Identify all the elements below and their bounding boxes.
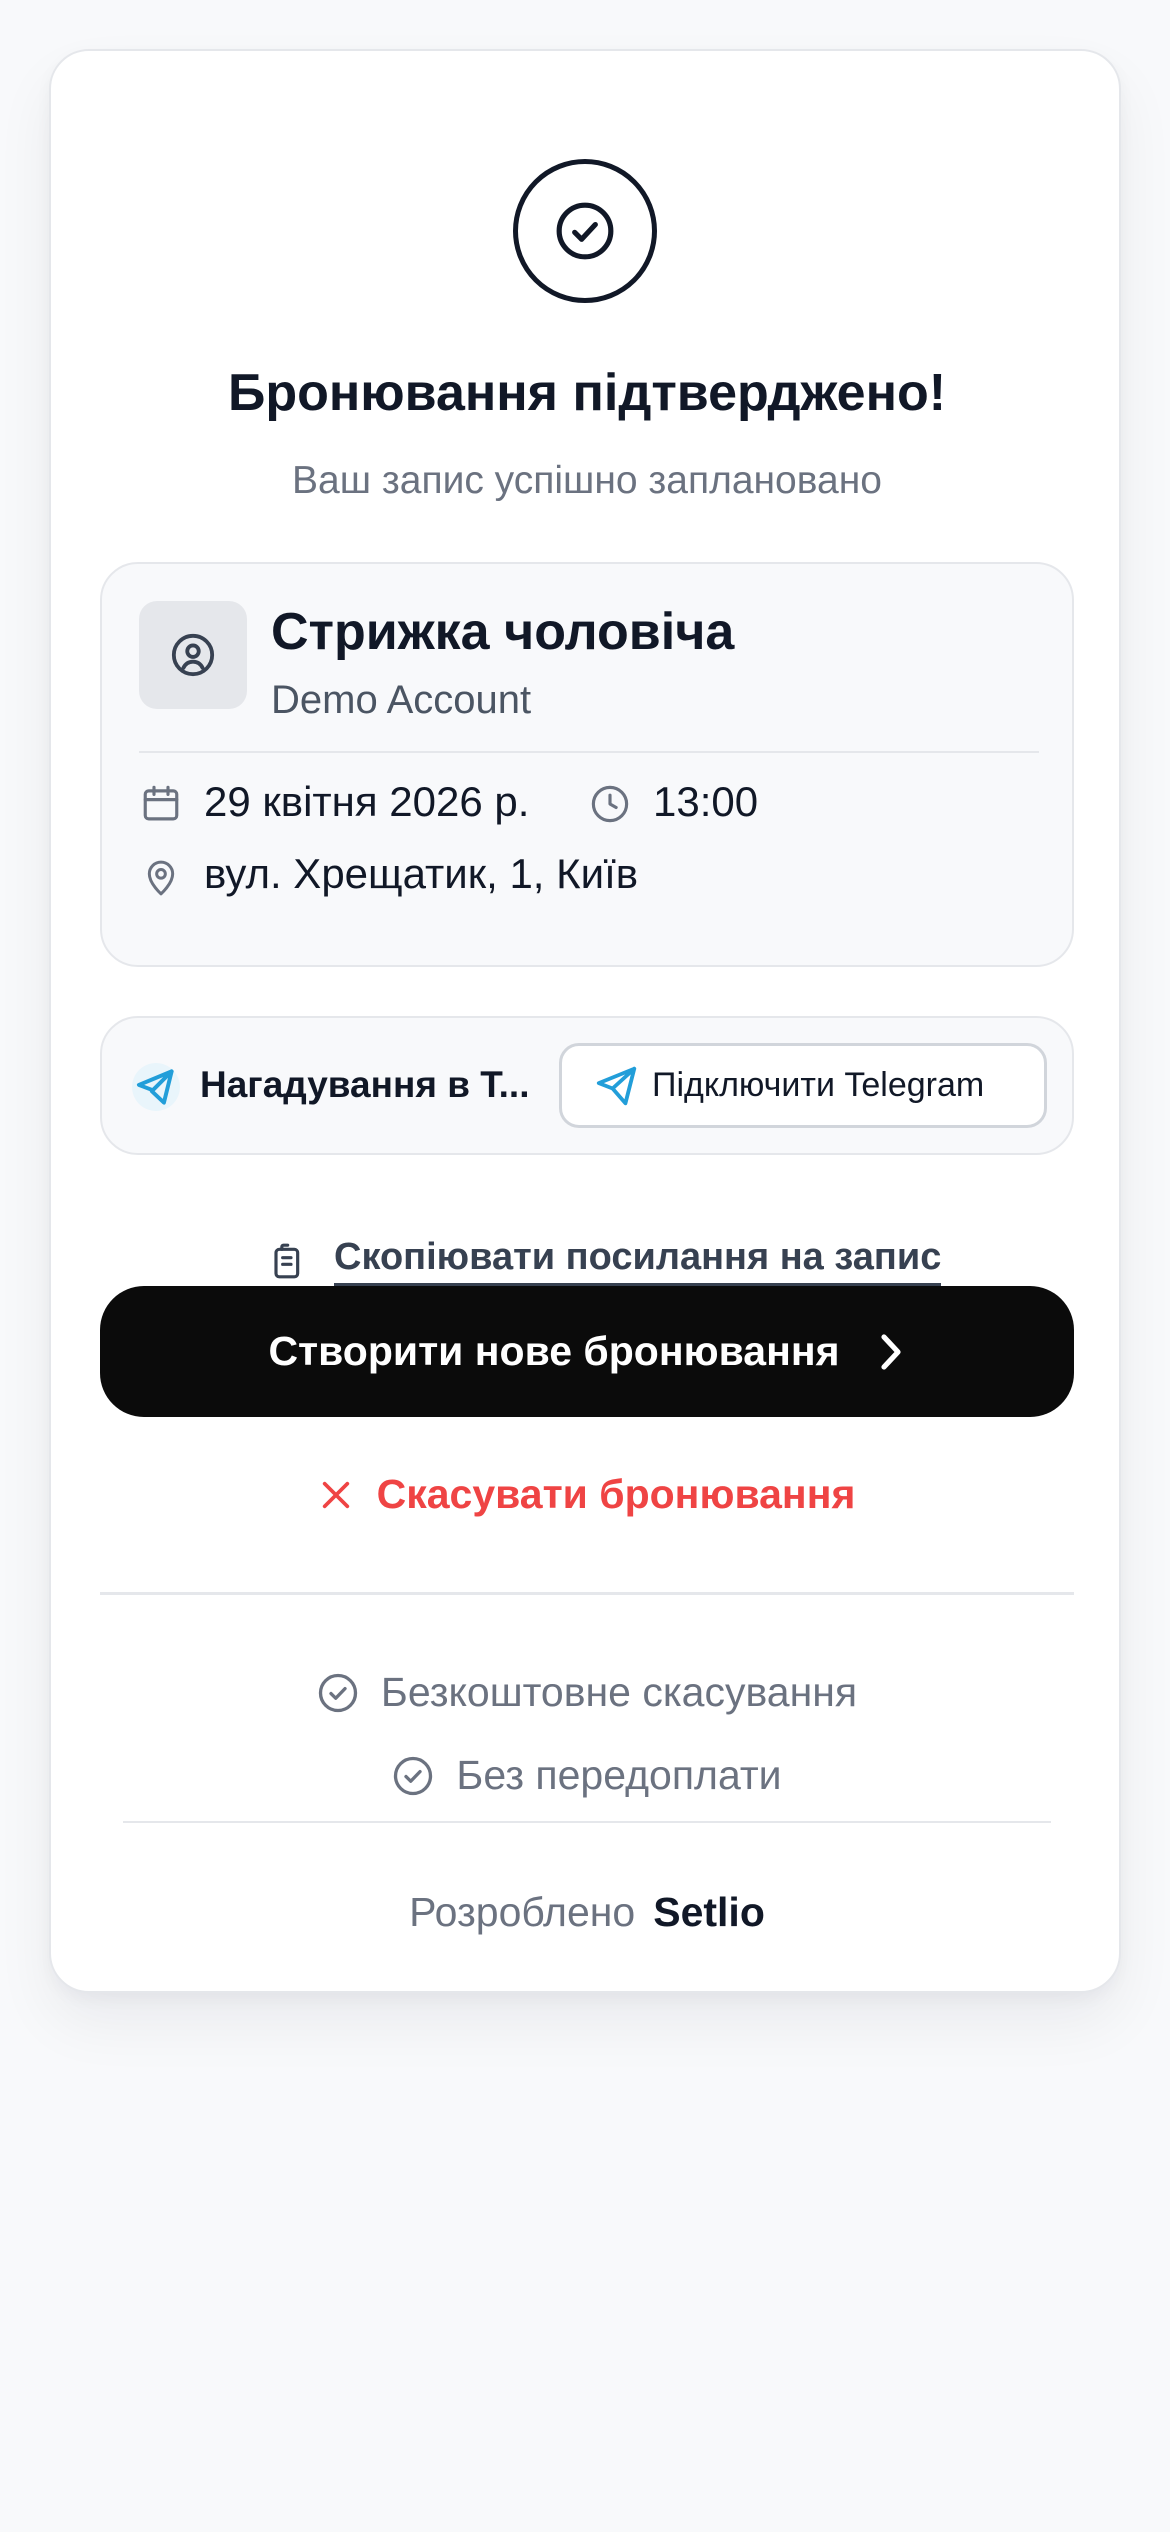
- success-icon: [513, 159, 657, 303]
- check-circle-icon: [317, 1672, 359, 1714]
- new-booking-label: Створити нове бронювання: [268, 1328, 840, 1374]
- user-avatar-icon: [139, 601, 247, 709]
- new-booking-button[interactable]: Створити нове бронювання: [100, 1286, 1074, 1417]
- clock-icon: [588, 782, 632, 826]
- booking-address: вул. Хрещатик, 1, Київ: [204, 850, 639, 897]
- connect-telegram-label: Підключити Telegram: [652, 1066, 985, 1104]
- check-circle-icon: [392, 1755, 434, 1797]
- connect-telegram-button[interactable]: Підключити Telegram: [559, 1043, 1047, 1128]
- confirmation-title: Бронювання підтверджено!: [227, 364, 947, 422]
- booking-details-card: Стрижка чоловіча Demo Account 29 квітня …: [100, 562, 1074, 967]
- feature-label: Без передоплати: [456, 1752, 782, 1798]
- telegram-send-icon: [594, 1063, 640, 1109]
- powered-by-label: Розроблено: [409, 1889, 636, 1935]
- service-name: Стрижка чоловіча: [271, 603, 735, 661]
- booking-date: 29 квітня 2026 р.: [204, 778, 530, 825]
- feature-no-prepayment: Без передоплати: [51, 1752, 1123, 1799]
- cancel-booking-label: Скасувати бронювання: [376, 1471, 856, 1517]
- telegram-reminder-box: Нагадування в Т... Підключити Telegram: [100, 1016, 1074, 1155]
- close-icon: [319, 1478, 353, 1512]
- confirmation-subtitle: Ваш запис успішно заплановано: [292, 459, 882, 502]
- cancel-booking-button[interactable]: Скасувати бронювання: [51, 1471, 1123, 1518]
- copy-link-label: Скопіювати посилання на запис: [334, 1236, 942, 1286]
- location-pin-icon: [139, 856, 183, 900]
- business-name: Demo Account: [271, 678, 532, 722]
- telegram-icon: [131, 1062, 181, 1112]
- booking-confirmation-card: Бронювання підтверджено! Ваш запис успіш…: [49, 49, 1121, 1993]
- copy-booking-link[interactable]: Скопіювати посилання на запис: [266, 1231, 942, 1291]
- clipboard-icon: [266, 1239, 306, 1283]
- feature-free-cancellation: Безкоштовне скасування: [51, 1669, 1123, 1716]
- footer-divider: [123, 1821, 1051, 1823]
- section-divider: [100, 1592, 1074, 1595]
- calendar-icon: [139, 782, 183, 826]
- powered-by: Розроблено Setlio: [51, 1889, 1123, 1936]
- booking-time: 13:00: [653, 778, 759, 825]
- chevron-right-icon: [876, 1332, 906, 1372]
- details-divider: [139, 751, 1039, 753]
- brand-link[interactable]: Setlio: [653, 1889, 765, 1936]
- feature-label: Безкоштовне скасування: [380, 1669, 858, 1715]
- telegram-reminder-label: Нагадування в Т...: [200, 1064, 530, 1105]
